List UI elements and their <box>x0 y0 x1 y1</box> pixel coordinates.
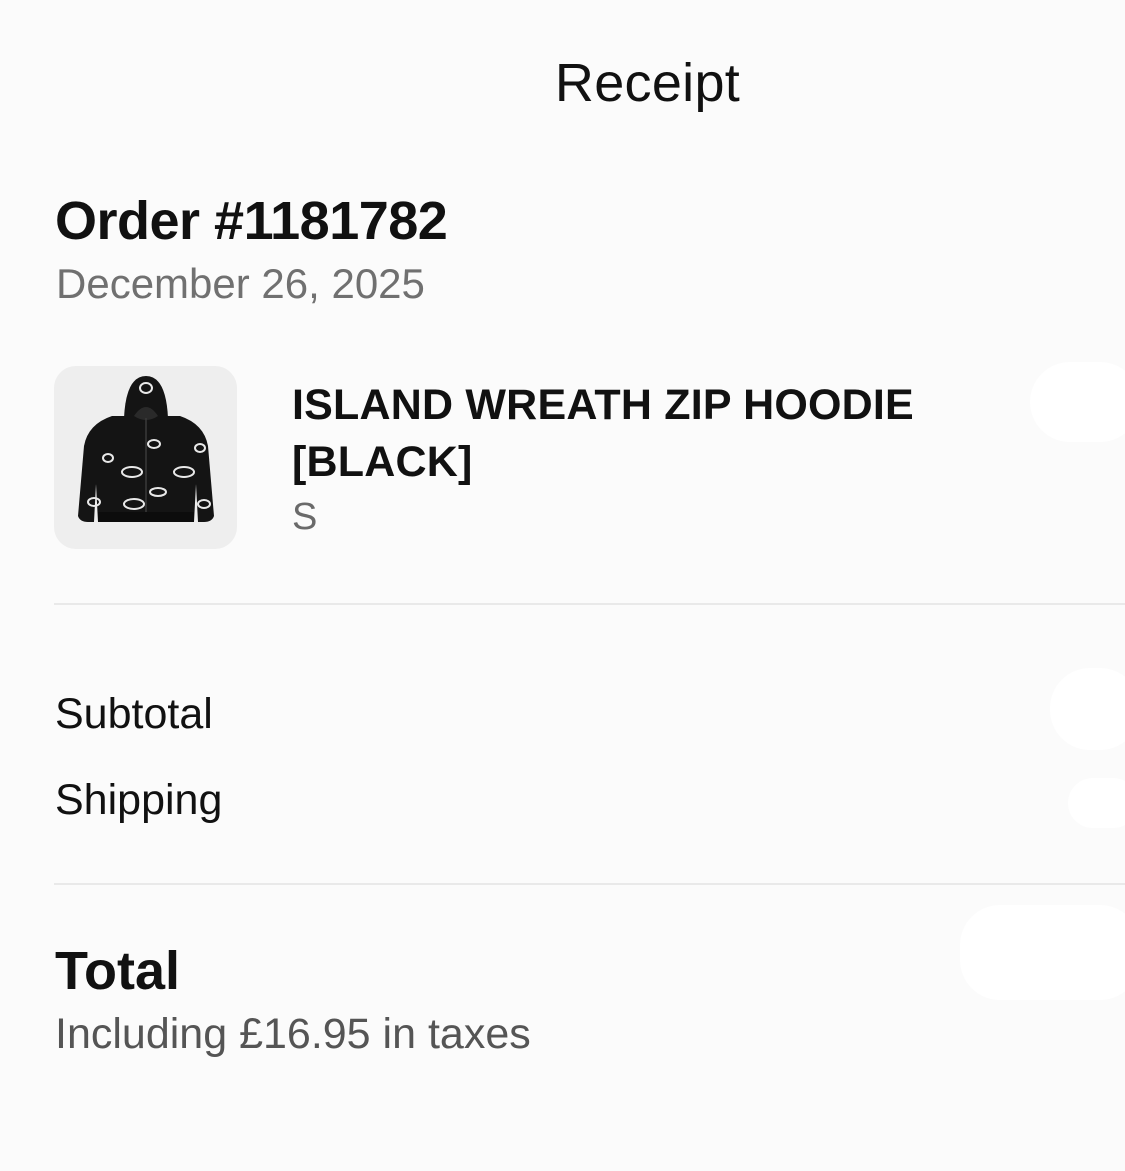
redaction-mark <box>960 905 1125 1000</box>
subtotal-label: Subtotal <box>55 690 213 738</box>
redaction-mark <box>1050 668 1125 750</box>
tax-note: Including £16.95 in taxes <box>55 1010 531 1058</box>
receipt-page: Receipt Order #1181782 December 26, 2025 <box>0 0 1125 1171</box>
shipping-label: Shipping <box>55 776 223 824</box>
product-name[interactable]: ISLAND WREATH ZIP HOODIE [BLACK] <box>292 377 992 491</box>
divider <box>54 883 1125 885</box>
page-title: Receipt <box>554 53 741 113</box>
hoodie-image-icon <box>78 376 214 522</box>
order-number: Order #1181782 <box>55 191 448 251</box>
product-size: S <box>292 496 318 538</box>
divider <box>54 603 1125 605</box>
product-thumbnail[interactable] <box>54 366 237 549</box>
redaction-mark <box>1068 778 1125 828</box>
total-label: Total <box>55 941 180 1001</box>
order-date: December 26, 2025 <box>56 260 425 307</box>
redaction-mark <box>1030 362 1125 442</box>
